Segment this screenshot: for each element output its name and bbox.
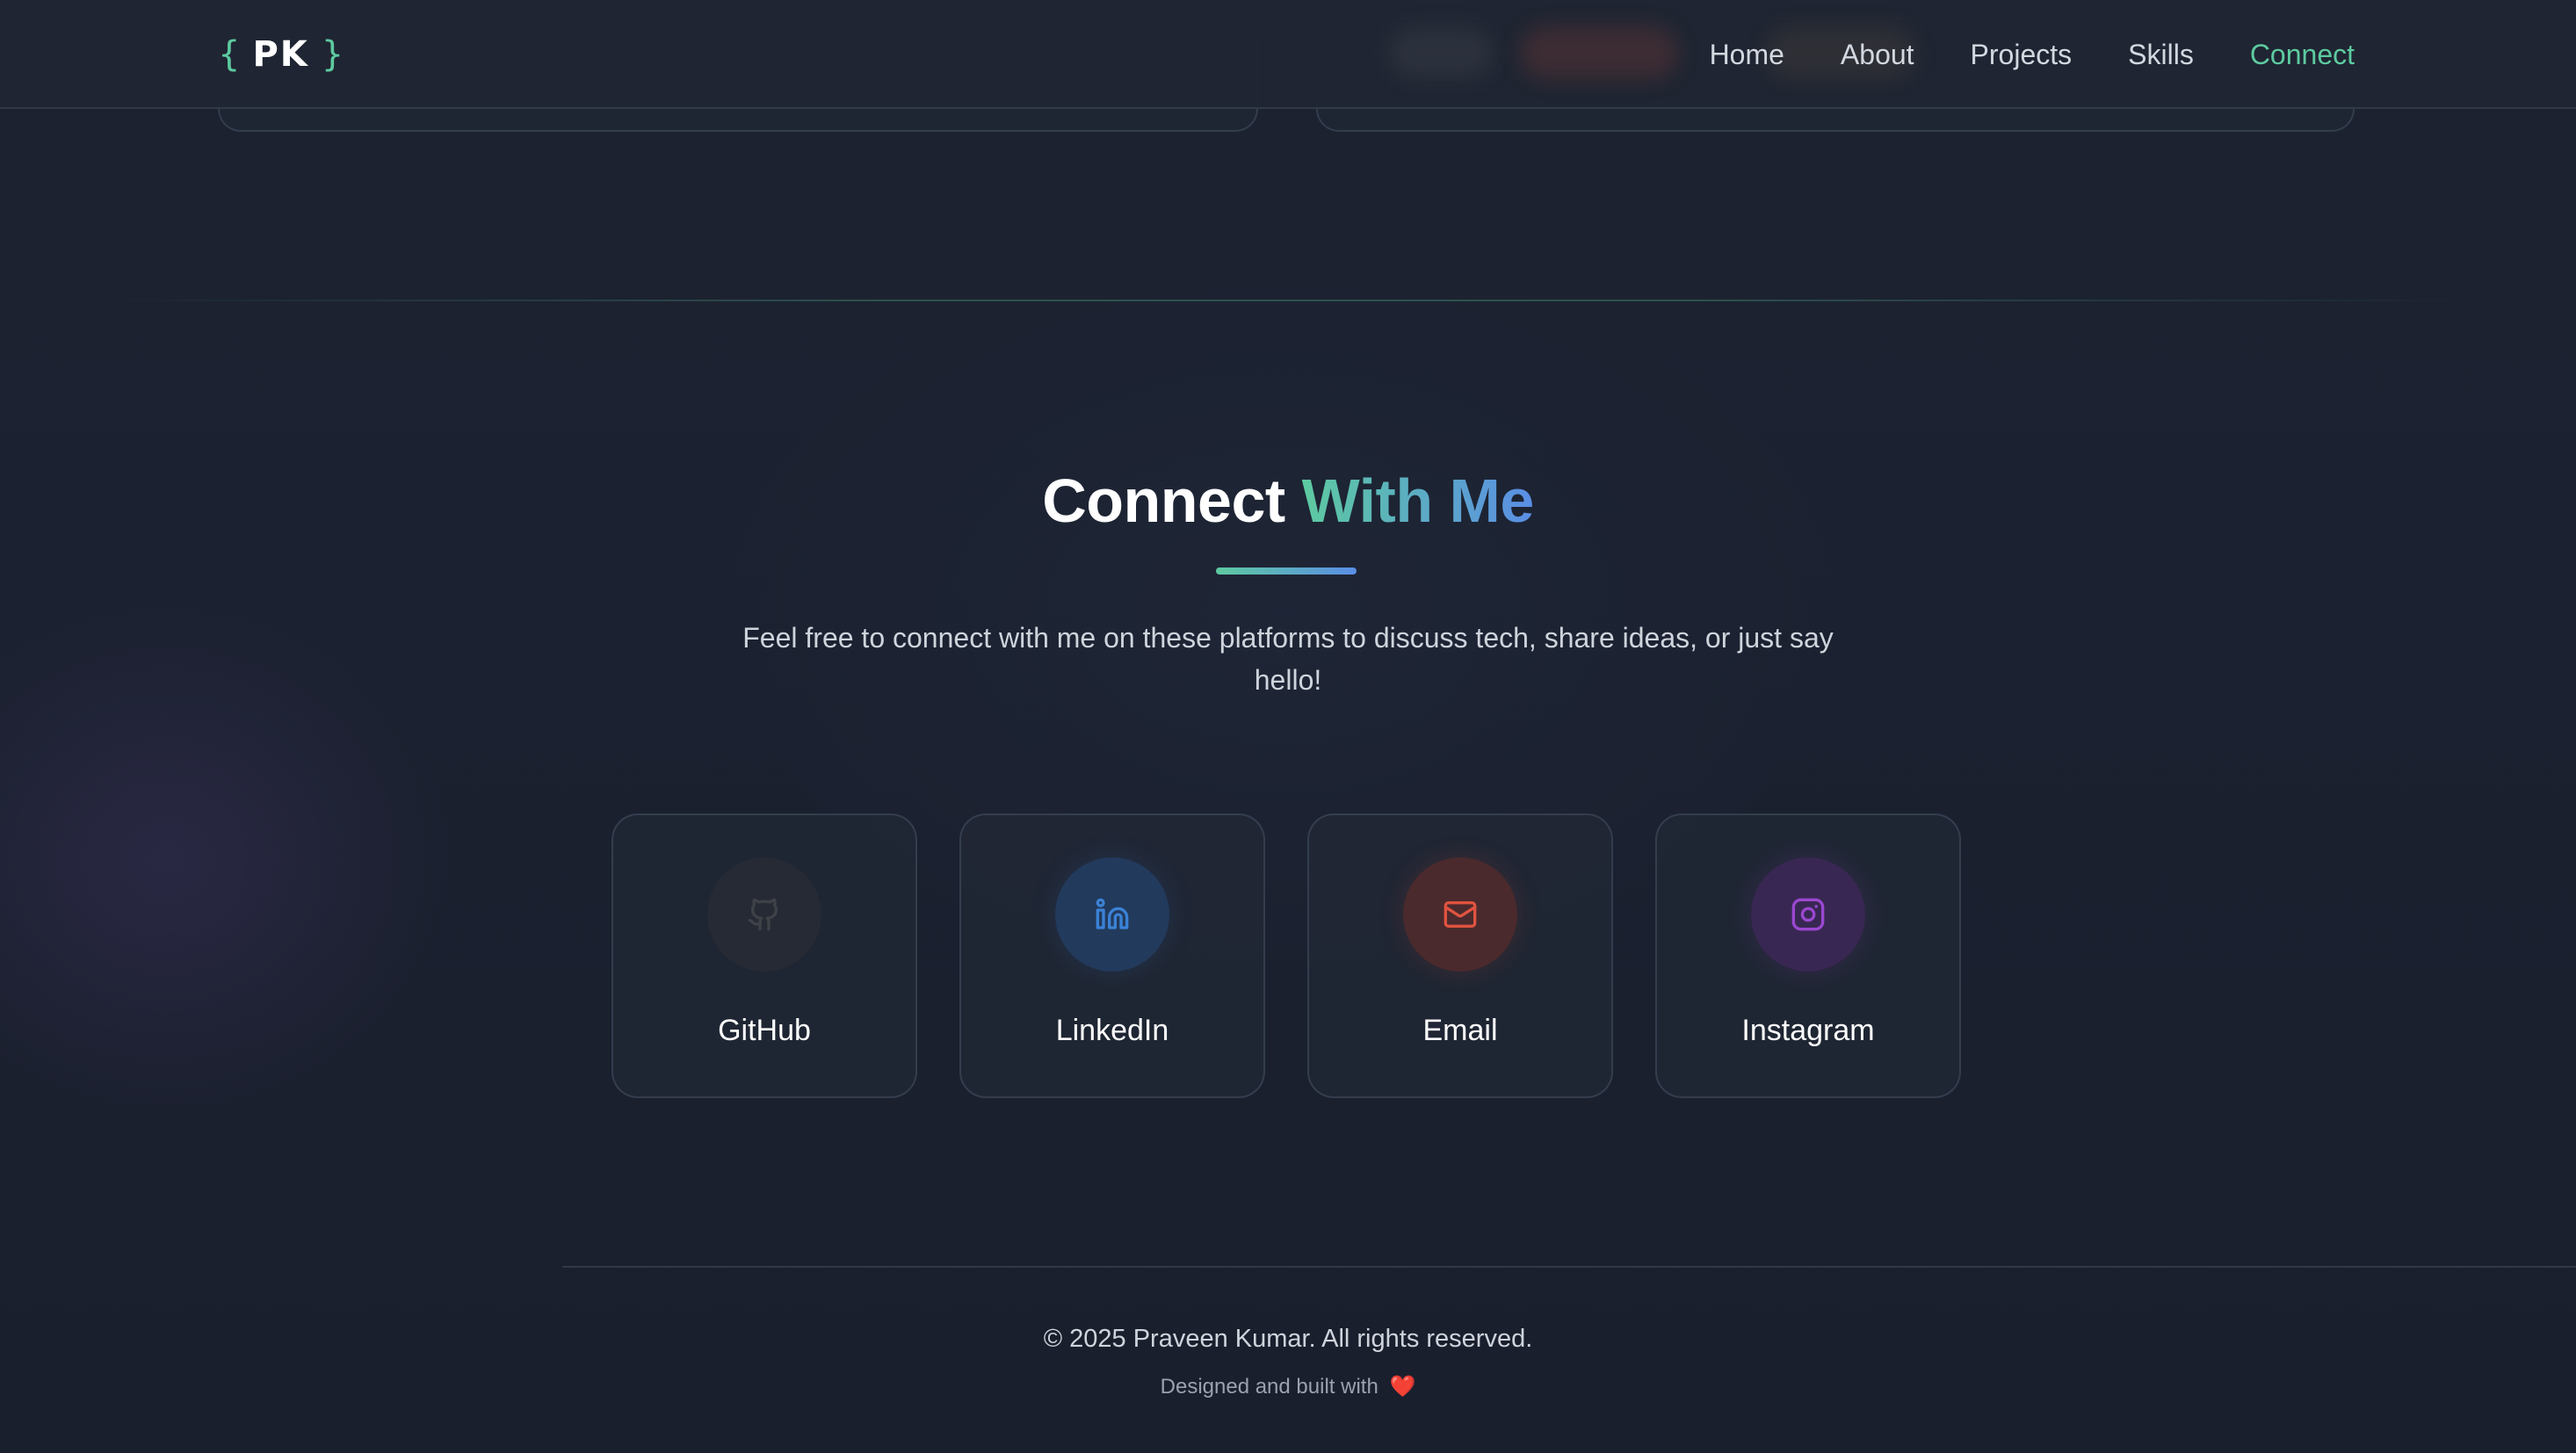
linkedin-icon-circle xyxy=(1055,857,1169,972)
section-title-highlight: With Me xyxy=(1301,466,1535,535)
nav-about[interactable]: About xyxy=(1841,39,1914,71)
logo[interactable]: { PK } xyxy=(218,26,344,83)
section-title: Connect With Me xyxy=(0,466,2576,536)
heart-icon: ❤️ xyxy=(1389,1375,1416,1399)
blurred-background-element xyxy=(1388,26,1494,79)
instagram-card[interactable]: Instagram xyxy=(1655,813,1961,1098)
linkedin-icon xyxy=(1096,898,1129,929)
section-title-plain: Connect xyxy=(1042,466,1285,535)
github-icon-circle xyxy=(707,857,821,972)
nav-projects[interactable]: Projects xyxy=(1971,39,2073,71)
mail-icon xyxy=(1444,901,1477,928)
instagram-icon-circle xyxy=(1751,857,1865,972)
linkedin-card[interactable]: LinkedIn xyxy=(959,813,1265,1098)
nav-skills[interactable]: Skills xyxy=(2128,39,2194,71)
instagram-icon xyxy=(1791,898,1825,931)
email-label: Email xyxy=(1422,1014,1498,1047)
github-label: GitHub xyxy=(718,1014,811,1047)
email-icon-circle xyxy=(1403,857,1517,972)
logo-initials: PK xyxy=(252,34,309,75)
logo-open-brace: { xyxy=(218,34,241,75)
linkedin-label: LinkedIn xyxy=(1055,1014,1169,1047)
blurred-background-element xyxy=(1520,26,1678,79)
copyright-text: © 2025 Praveen Kumar. All rights reserve… xyxy=(1043,1325,1533,1353)
github-icon xyxy=(748,898,778,931)
main-nav: Home About Projects Skills Connect xyxy=(1710,26,2355,83)
built-with-text: Designed and built with ❤️ xyxy=(0,1374,2576,1399)
section-divider xyxy=(88,300,2488,301)
footer-divider xyxy=(562,1266,2576,1268)
instagram-label: Instagram xyxy=(1741,1014,1875,1047)
nav-connect[interactable]: Connect xyxy=(2250,39,2355,71)
built-with-label: Designed and built with xyxy=(1160,1375,1378,1399)
section-subtitle: Feel free to connect with me on these pl… xyxy=(742,622,1834,696)
logo-close-brace: } xyxy=(321,34,344,75)
social-cards: GitHub LinkedIn Email Instagram xyxy=(611,813,1961,1098)
email-card[interactable]: Email xyxy=(1307,813,1613,1098)
nav-home[interactable]: Home xyxy=(1710,39,1784,71)
github-card[interactable]: GitHub xyxy=(611,813,917,1098)
site-header: { PK } Home About Projects Skills Connec… xyxy=(0,0,2576,109)
title-underline xyxy=(1216,567,1357,575)
